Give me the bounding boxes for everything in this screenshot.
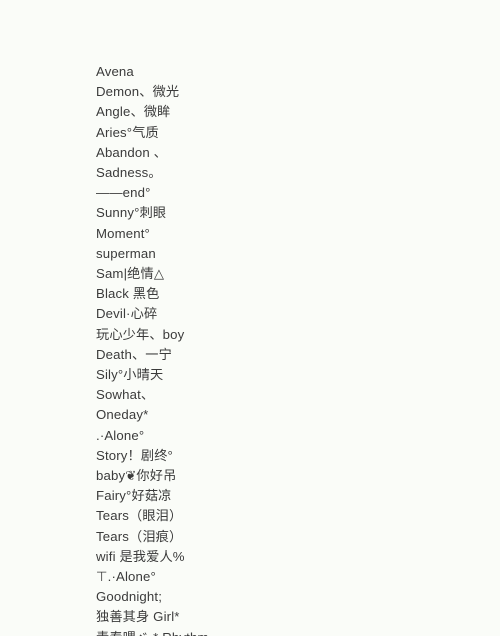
nickname-list: Avena Demon、微光 Angle、微眸 Aries°气质 Abandon 、 Sa… [96, 62, 396, 636]
list-item: Black 黑色 [96, 286, 160, 302]
list-item: Angle、微眸 [96, 104, 171, 120]
list-item: Sunny°刺眼 [96, 205, 167, 221]
list-item: 青春喂ヾ * Rhythm [96, 628, 396, 636]
list-item: superman [96, 245, 156, 261]
list-item: Fairy°好菇凉 [96, 488, 172, 504]
list-item: 玩心少年、boy [96, 326, 185, 342]
list-item: 独善其身 Girl* [96, 609, 180, 625]
list-item: Avena [96, 64, 134, 79]
list-item: Sadness。 [96, 165, 162, 181]
list-item: Tears（眼泪） [96, 508, 183, 524]
list-item: Devil·心碎 [96, 306, 158, 322]
list-item: Abandon 、 [96, 144, 168, 160]
list-item: Death、一宁 [96, 346, 172, 362]
list-item: Sily°小晴天 [96, 367, 164, 383]
list-item: ⊤.·Alone° [96, 569, 156, 585]
list-item: Aries°气质 [96, 124, 159, 140]
list-item: wifi 是我爱人% [96, 548, 185, 564]
list-item: Story！剧终° [96, 447, 173, 463]
list-item: Sowhat、 [96, 387, 155, 403]
list-item: Tears（泪痕） [96, 528, 183, 544]
list-item: baby❦你好吊 [96, 468, 177, 484]
list-item: Moment° [96, 225, 150, 241]
list-item: Sam|绝情△ [96, 266, 165, 282]
list-item: ——end° [96, 185, 151, 201]
list-item: Goodnight; [96, 589, 163, 605]
list-item: Demon、微光 [96, 84, 180, 100]
page-canvas: Avena Demon、微光 Angle、微眸 Aries°气质 Abandon 、 Sa… [0, 0, 500, 636]
list-item: .·Alone° [96, 427, 145, 443]
list-item: Oneday* [96, 407, 149, 423]
